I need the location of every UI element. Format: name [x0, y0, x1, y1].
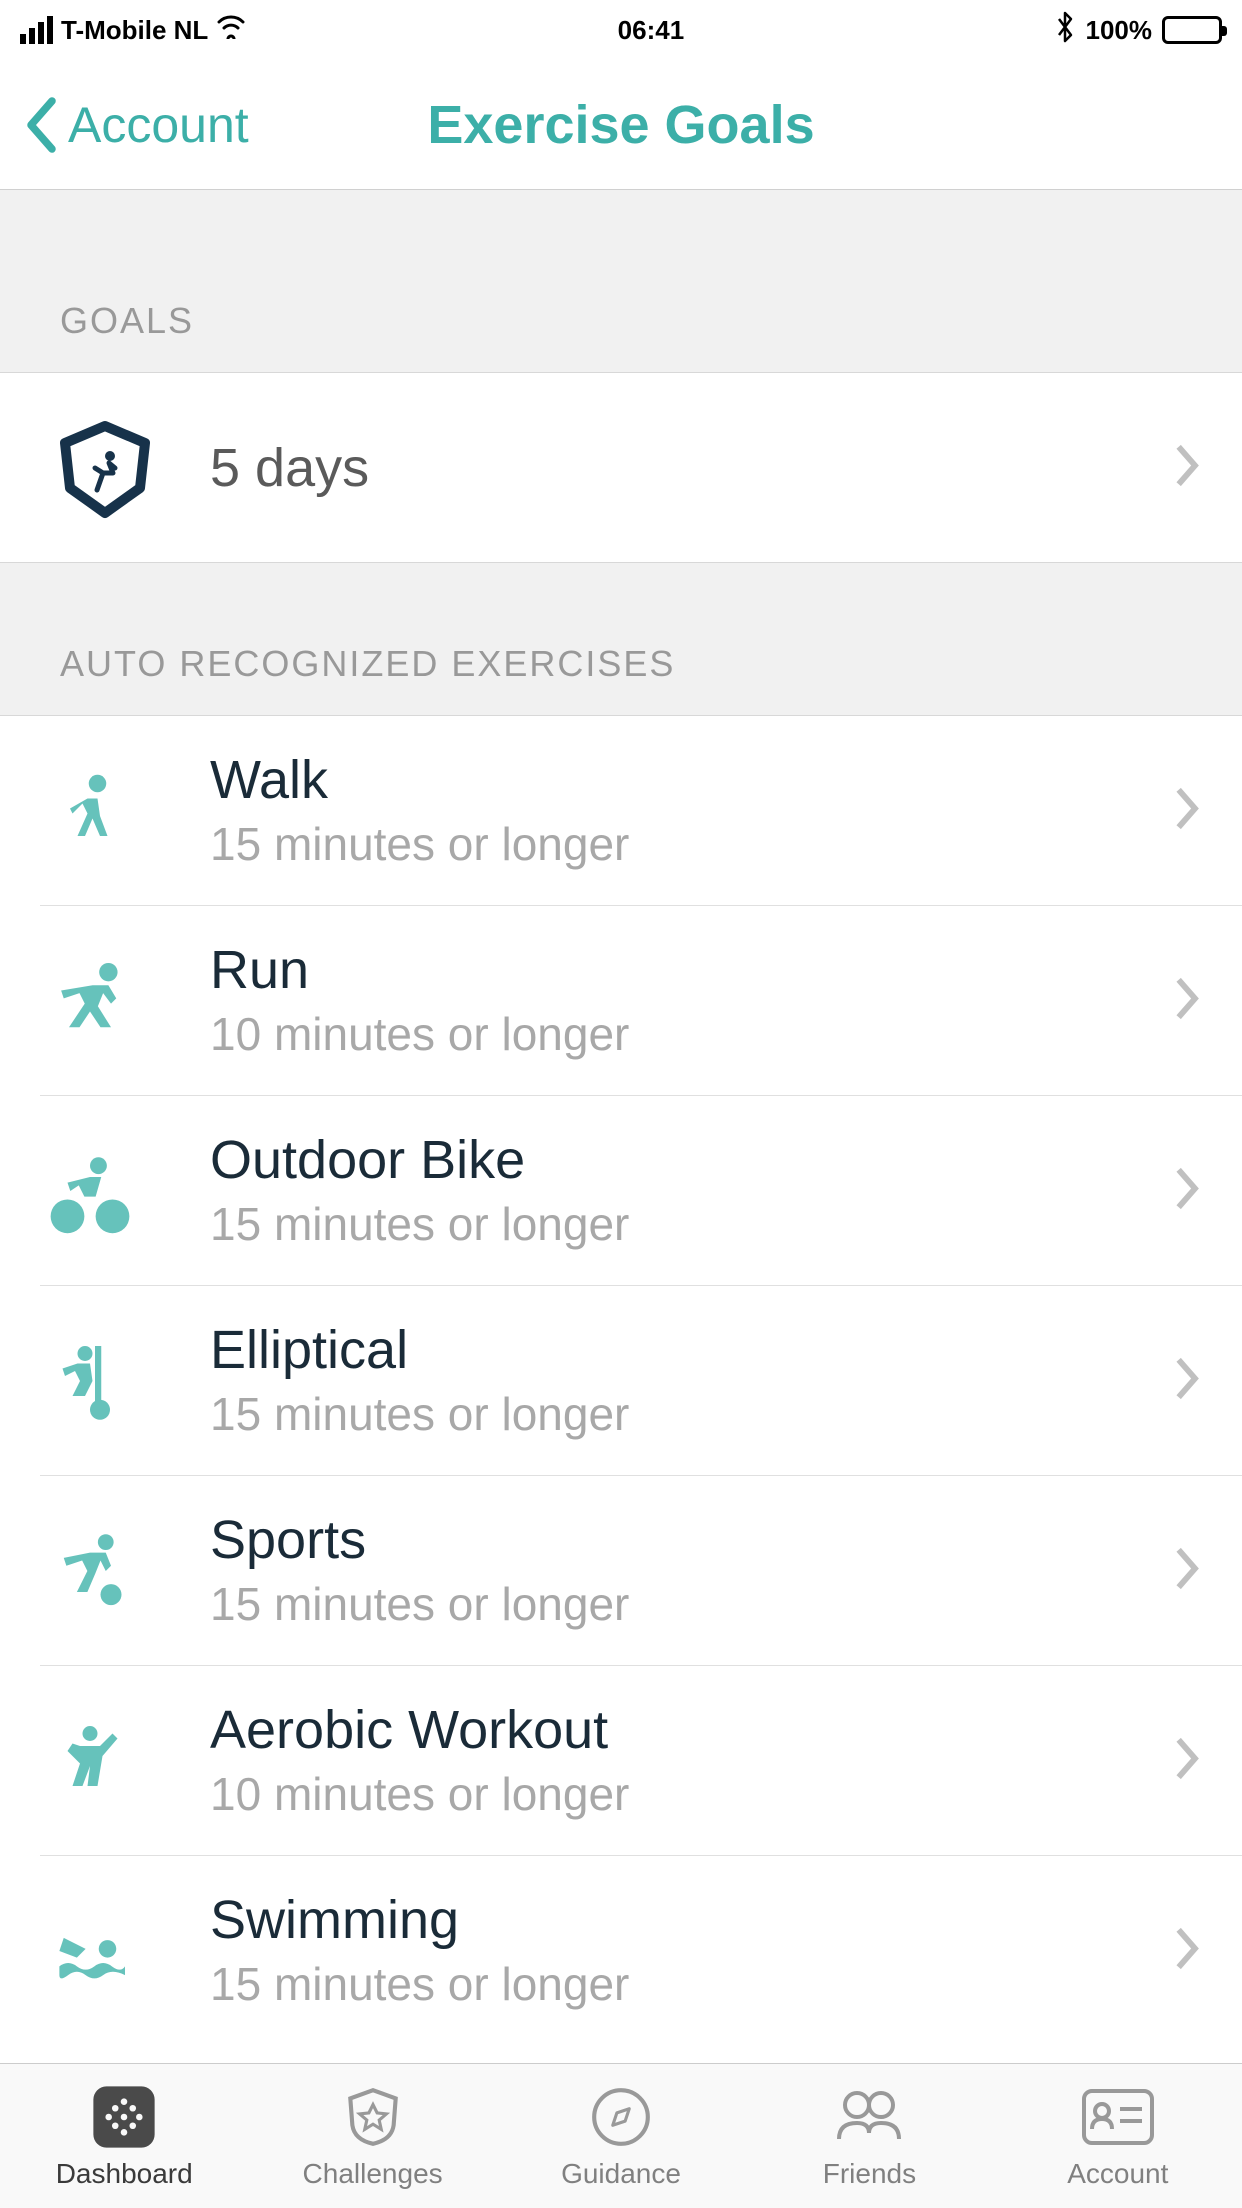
status-right: 100% — [1055, 11, 1222, 50]
chevron-right-icon — [1174, 1545, 1202, 1598]
chevron-right-icon — [1174, 785, 1202, 838]
account-icon — [1080, 2082, 1156, 2152]
exercise-name: Run — [210, 941, 1202, 1000]
tab-dashboard[interactable]: Dashboard — [0, 2064, 248, 2208]
exercise-subtitle: 15 minutes or longer — [210, 1387, 1202, 1441]
run-icon — [40, 951, 140, 1051]
exercise-row-sports[interactable]: Sports 15 minutes or longer — [0, 1476, 1242, 1666]
battery-percent: 100% — [1085, 15, 1152, 46]
exercise-row-bike[interactable]: Outdoor Bike 15 minutes or longer — [0, 1096, 1242, 1286]
tab-label: Friends — [823, 2158, 916, 2190]
challenges-icon — [340, 2082, 406, 2152]
status-left: T-Mobile NL — [20, 15, 246, 46]
exercise-subtitle: 10 minutes or longer — [210, 1767, 1202, 1821]
nav-bar: Account Exercise Goals — [0, 60, 1242, 190]
wifi-icon — [216, 15, 246, 46]
section-header-goals: GOALS — [0, 190, 1242, 373]
clock: 06:41 — [618, 15, 685, 46]
dashboard-icon — [89, 2082, 159, 2152]
exercise-list: Walk 15 minutes or longer Run 10 minutes… — [0, 716, 1242, 2046]
exercise-name: Swimming — [210, 1891, 1202, 1950]
chevron-right-icon — [1174, 1355, 1202, 1408]
back-label: Account — [68, 96, 249, 154]
tab-account[interactable]: Account — [994, 2064, 1242, 2208]
swimming-icon — [40, 1901, 140, 2001]
tab-label: Challenges — [303, 2158, 443, 2190]
bike-icon — [40, 1141, 140, 1241]
section-header-auto: AUTO RECOGNIZED EXERCISES — [0, 563, 1242, 716]
exercise-row-run[interactable]: Run 10 minutes or longer — [0, 906, 1242, 1096]
goal-value: 5 days — [210, 437, 369, 499]
bluetooth-icon — [1055, 11, 1075, 50]
exercise-name: Aerobic Workout — [210, 1701, 1202, 1760]
tab-label: Dashboard — [56, 2158, 193, 2190]
chevron-right-icon — [1174, 1925, 1202, 1978]
exercise-name: Walk — [210, 751, 1202, 810]
friends-icon — [829, 2082, 909, 2152]
exercise-subtitle: 15 minutes or longer — [210, 1577, 1202, 1631]
chevron-right-icon — [1174, 1165, 1202, 1218]
tab-label: Guidance — [561, 2158, 681, 2190]
exercise-row-swimming[interactable]: Swimming 15 minutes or longer — [0, 1856, 1242, 2046]
exercise-subtitle: 15 minutes or longer — [210, 1197, 1202, 1251]
exercise-subtitle: 15 minutes or longer — [210, 1957, 1202, 2011]
guidance-icon — [588, 2082, 654, 2152]
exercise-row-walk[interactable]: Walk 15 minutes or longer — [0, 716, 1242, 906]
goal-row[interactable]: 5 days — [0, 373, 1242, 563]
exercise-row-aerobic[interactable]: Aerobic Workout 10 minutes or longer — [0, 1666, 1242, 1856]
exercise-subtitle: 15 minutes or longer — [210, 817, 1202, 871]
signal-icon — [20, 16, 53, 44]
goal-badge-icon — [50, 413, 160, 523]
walk-icon — [40, 761, 140, 861]
elliptical-icon — [40, 1331, 140, 1431]
status-bar: T-Mobile NL 06:41 100% — [0, 0, 1242, 60]
tab-friends[interactable]: Friends — [745, 2064, 993, 2208]
exercise-subtitle: 10 minutes or longer — [210, 1007, 1202, 1061]
exercise-row-elliptical[interactable]: Elliptical 15 minutes or longer — [0, 1286, 1242, 1476]
exercise-name: Elliptical — [210, 1321, 1202, 1380]
exercise-name: Sports — [210, 1511, 1202, 1570]
exercise-name: Outdoor Bike — [210, 1131, 1202, 1190]
carrier-label: T-Mobile NL — [61, 15, 208, 46]
tab-label: Account — [1067, 2158, 1168, 2190]
tab-bar: Dashboard Challenges Guidance Friends Ac… — [0, 2063, 1242, 2208]
aerobic-icon — [40, 1711, 140, 1811]
tab-guidance[interactable]: Guidance — [497, 2064, 745, 2208]
chevron-right-icon — [1174, 1735, 1202, 1788]
sports-icon — [40, 1521, 140, 1621]
battery-icon — [1162, 16, 1222, 44]
tab-challenges[interactable]: Challenges — [248, 2064, 496, 2208]
back-button[interactable]: Account — [0, 95, 249, 155]
chevron-right-icon — [1174, 441, 1202, 494]
chevron-right-icon — [1174, 975, 1202, 1028]
